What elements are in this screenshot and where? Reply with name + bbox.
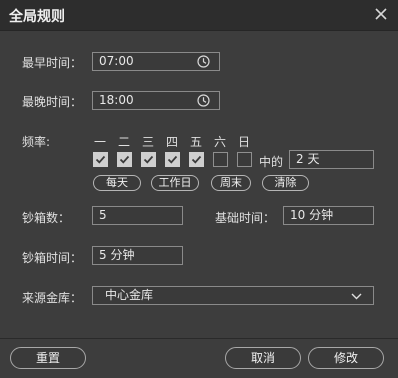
weekday-label: 二 <box>118 135 131 149</box>
earliest-time-field[interactable]: 07:00 <box>92 52 220 71</box>
reset-button[interactable]: 重置 <box>10 347 86 369</box>
weekday-checkbox[interactable] <box>165 152 180 167</box>
preset-everyday-button[interactable]: 每天 <box>93 175 141 191</box>
cashbox-time-input[interactable]: 5 分钟 <box>92 246 183 265</box>
earliest-time-label: 最早时间： <box>22 56 83 70</box>
weekday-checkbox[interactable] <box>237 152 252 167</box>
weekday-label: 四 <box>166 135 179 149</box>
global-rules-dialog: 全局规则 最早时间： 07:00 最晚时间： 18:00 频率: 一 二 三 四… <box>0 0 398 378</box>
cashbox-count-input[interactable]: 5 <box>92 206 183 225</box>
title-bar: 全局规则 <box>0 0 398 31</box>
weekday-checkbox[interactable] <box>213 152 228 167</box>
modify-button[interactable]: 修改 <box>308 347 384 369</box>
base-time-label: 基础时间： <box>215 211 276 225</box>
chevron-down-icon <box>351 290 362 307</box>
source-vault-select[interactable]: 中心金库 <box>92 286 374 305</box>
cashbox-time-label: 钞箱时间： <box>22 251 83 265</box>
weekday-checkbox[interactable] <box>117 152 132 167</box>
check-icon <box>119 155 130 164</box>
check-icon <box>191 155 202 164</box>
check-icon <box>95 155 106 164</box>
weekday-label: 五 <box>190 135 203 149</box>
weekday-checkbox[interactable] <box>189 152 204 167</box>
weekday-checkbox[interactable] <box>141 152 156 167</box>
interval-days-input[interactable]: 2 天 <box>289 150 374 169</box>
preset-clear-button[interactable]: 清除 <box>262 175 309 191</box>
dialog-title: 全局规则 <box>9 9 65 25</box>
cashbox-count-label: 钞箱数： <box>22 211 71 225</box>
check-icon <box>143 155 154 164</box>
weekday-label: 一 <box>94 135 107 149</box>
base-time-input[interactable]: 10 分钟 <box>283 206 374 225</box>
clock-icon[interactable] <box>197 94 210 107</box>
clock-icon[interactable] <box>197 55 210 68</box>
frequency-label: 频率: <box>22 135 51 149</box>
source-vault-label: 来源金库： <box>22 291 83 305</box>
interval-label: 中的 <box>259 155 284 169</box>
check-icon <box>167 155 178 164</box>
preset-weekend-button[interactable]: 周末 <box>211 175 251 191</box>
source-vault-value: 中心金库 <box>105 288 154 302</box>
preset-workday-button[interactable]: 工作日 <box>151 175 199 191</box>
close-icon[interactable] <box>372 5 390 23</box>
latest-time-field[interactable]: 18:00 <box>92 91 220 110</box>
earliest-time-value: 07:00 <box>99 54 134 68</box>
weekday-label: 三 <box>142 135 155 149</box>
latest-time-label: 最晚时间： <box>22 95 83 109</box>
weekday-checkbox[interactable] <box>93 152 108 167</box>
weekday-label: 六 <box>214 135 227 149</box>
latest-time-value: 18:00 <box>99 93 134 107</box>
cancel-button[interactable]: 取消 <box>225 347 301 369</box>
weekday-label: 日 <box>238 135 251 149</box>
footer-divider <box>0 338 398 339</box>
